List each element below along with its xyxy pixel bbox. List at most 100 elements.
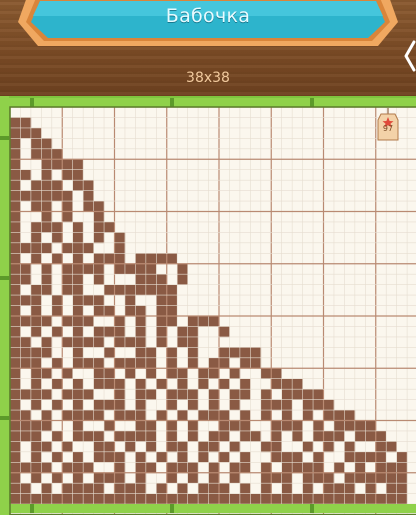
filled-cell[interactable]: [344, 410, 356, 421]
filled-cell[interactable]: [20, 430, 32, 442]
filled-cell[interactable]: [83, 410, 94, 421]
filled-cell[interactable]: [10, 117, 21, 129]
filled-cell[interactable]: [292, 451, 303, 463]
filled-cell[interactable]: [229, 472, 241, 484]
filled-cell[interactable]: [302, 493, 314, 505]
filled-cell[interactable]: [20, 190, 32, 202]
filled-cell[interactable]: [10, 190, 21, 202]
filled-cell[interactable]: [72, 451, 84, 463]
filled-cell[interactable]: [114, 493, 126, 505]
filled-cell[interactable]: [51, 159, 63, 170]
filled-cell[interactable]: [198, 378, 209, 390]
filled-cell[interactable]: [354, 462, 366, 474]
filled-cell[interactable]: [10, 211, 21, 223]
filled-cell[interactable]: [72, 472, 84, 484]
filled-cell[interactable]: [124, 263, 136, 275]
filled-cell[interactable]: [83, 462, 94, 474]
filled-cell[interactable]: [219, 410, 230, 421]
filled-cell[interactable]: [187, 316, 199, 327]
filled-cell[interactable]: [281, 451, 293, 463]
filled-cell[interactable]: [93, 399, 105, 411]
filled-cell[interactable]: [239, 462, 251, 474]
filled-cell[interactable]: [62, 493, 73, 505]
filled-cell[interactable]: [302, 399, 314, 411]
filled-cell[interactable]: [260, 483, 272, 494]
filled-cell[interactable]: [30, 430, 42, 442]
filled-cell[interactable]: [375, 451, 387, 463]
filled-cell[interactable]: [145, 274, 157, 285]
filled-cell[interactable]: [344, 451, 356, 463]
filled-cell[interactable]: [166, 305, 178, 317]
filled-cell[interactable]: [72, 316, 84, 327]
filled-cell[interactable]: [302, 410, 314, 421]
filled-cell[interactable]: [20, 410, 32, 421]
filled-cell[interactable]: [30, 472, 42, 484]
filled-cell[interactable]: [41, 316, 53, 327]
filled-cell[interactable]: [114, 399, 126, 411]
filled-cell[interactable]: [166, 284, 178, 296]
filled-cell[interactable]: [83, 180, 94, 191]
filled-cell[interactable]: [104, 493, 115, 505]
filled-cell[interactable]: [114, 253, 126, 265]
filled-cell[interactable]: [323, 483, 335, 494]
filled-cell[interactable]: [260, 389, 272, 400]
filled-cell[interactable]: [114, 242, 126, 254]
filled-cell[interactable]: [72, 169, 84, 181]
filled-cell[interactable]: [41, 180, 53, 191]
filled-cell[interactable]: [72, 284, 84, 296]
filled-cell[interactable]: [30, 190, 42, 202]
filled-cell[interactable]: [51, 357, 63, 369]
filled-cell[interactable]: [30, 462, 42, 474]
filled-cell[interactable]: [114, 430, 126, 442]
filled-cell[interactable]: [20, 493, 32, 505]
filled-cell[interactable]: [135, 462, 147, 474]
filled-cell[interactable]: [365, 451, 377, 463]
filled-cell[interactable]: [114, 357, 126, 369]
filled-cell[interactable]: [281, 472, 293, 484]
filled-cell[interactable]: [135, 430, 147, 442]
filled-cell[interactable]: [72, 159, 84, 170]
filled-cell[interactable]: [135, 326, 147, 338]
filled-cell[interactable]: [10, 347, 21, 359]
filled-cell[interactable]: [166, 493, 178, 505]
filled-cell[interactable]: [41, 138, 53, 150]
filled-cell[interactable]: [41, 242, 53, 254]
filled-cell[interactable]: [344, 483, 356, 494]
filled-cell[interactable]: [375, 493, 387, 505]
filled-cell[interactable]: [41, 148, 53, 160]
filled-cell[interactable]: [219, 357, 230, 369]
filled-cell[interactable]: [187, 326, 199, 338]
filled-cell[interactable]: [281, 399, 293, 411]
filled-cell[interactable]: [135, 347, 147, 359]
filled-cell[interactable]: [41, 201, 53, 212]
filled-cell[interactable]: [41, 493, 53, 505]
filled-cell[interactable]: [114, 472, 126, 484]
filled-cell[interactable]: [10, 389, 21, 400]
filled-cell[interactable]: [30, 368, 42, 379]
filled-cell[interactable]: [114, 389, 126, 400]
filled-cell[interactable]: [41, 211, 53, 223]
filled-cell[interactable]: [229, 420, 241, 432]
filled-cell[interactable]: [93, 336, 105, 348]
filled-cell[interactable]: [104, 305, 115, 317]
filled-cell[interactable]: [51, 472, 63, 484]
filled-cell[interactable]: [396, 483, 408, 494]
filled-cell[interactable]: [72, 347, 84, 359]
filled-cell[interactable]: [323, 472, 335, 484]
filled-cell[interactable]: [187, 399, 199, 411]
filled-cell[interactable]: [104, 326, 115, 338]
filled-cell[interactable]: [104, 378, 115, 390]
filled-cell[interactable]: [62, 190, 73, 202]
filled-cell[interactable]: [198, 368, 209, 379]
filled-cell[interactable]: [83, 190, 94, 202]
filled-cell[interactable]: [135, 483, 147, 494]
filled-cell[interactable]: [313, 451, 324, 463]
filled-cell[interactable]: [271, 472, 282, 484]
filled-cell[interactable]: [260, 462, 272, 474]
filled-cell[interactable]: [313, 389, 324, 400]
filled-cell[interactable]: [51, 305, 63, 317]
filled-cell[interactable]: [365, 472, 377, 484]
filled-cell[interactable]: [10, 430, 21, 442]
filled-cell[interactable]: [219, 326, 230, 338]
filled-cell[interactable]: [62, 336, 73, 348]
